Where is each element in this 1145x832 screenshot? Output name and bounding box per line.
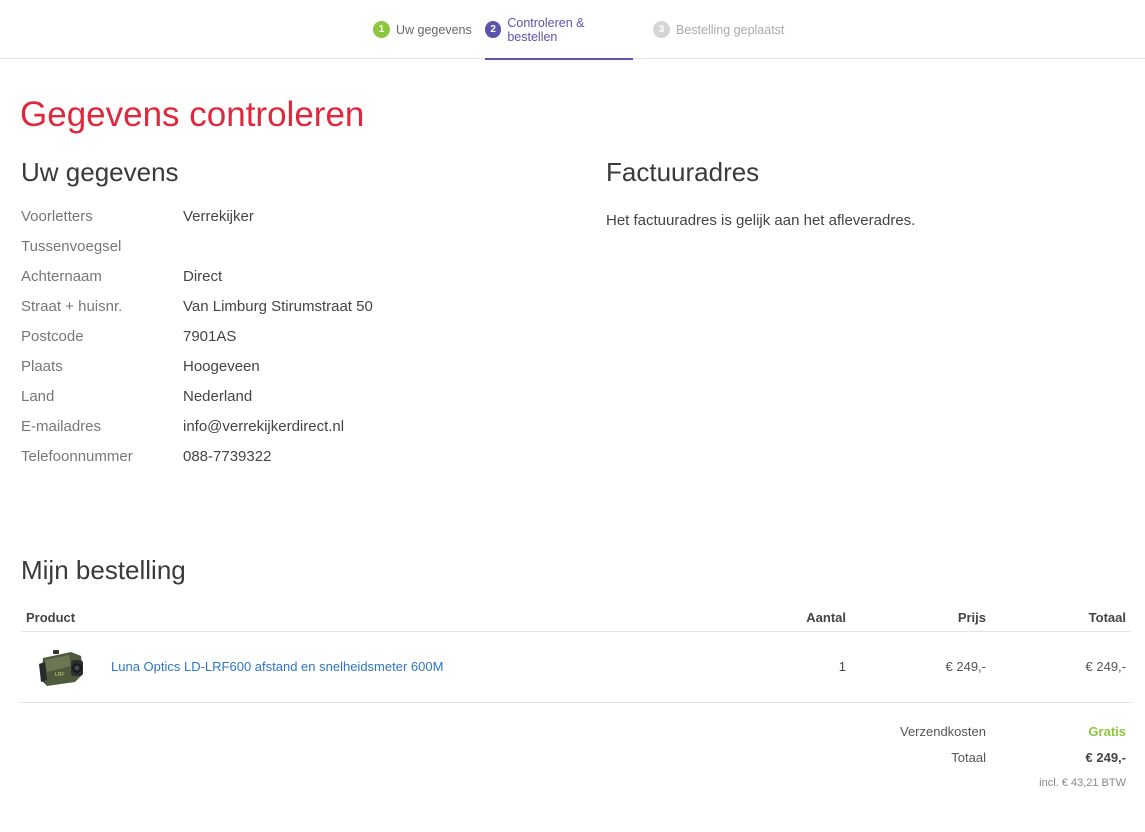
shipping-value: Gratis [1088, 724, 1126, 739]
summary-shipping-row: Verzendkosten Gratis [826, 722, 1126, 748]
total-value: € 249,- [1085, 750, 1126, 765]
checkout-stepper: 1 Uw gegevens 2 Controleren & bestellen … [0, 0, 1145, 60]
order-table-header: Product Aantal Prijs Totaal [21, 604, 1131, 632]
detail-label: Postcode [21, 328, 84, 345]
detail-value: Verrekijker [183, 208, 254, 225]
header-prijs: Prijs [957, 610, 986, 625]
detail-label: Telefoonnummer [21, 448, 133, 465]
detail-label: Plaats [21, 358, 63, 375]
total-label: Totaal [951, 750, 986, 765]
detail-value: Van Limburg Stirumstraat 50 [183, 298, 373, 315]
header-aantal: Aantal [806, 610, 846, 625]
step-label-1: Uw gegevens [396, 22, 472, 37]
detail-value: Hoogeveen [183, 358, 260, 375]
step-bestelling-geplaatst: 3 Bestelling geplaatst [653, 0, 784, 59]
step-number-1: 1 [373, 21, 390, 38]
step-label-3: Bestelling geplaatst [676, 22, 785, 37]
step-controleren-bestellen[interactable]: 2 Controleren & bestellen [485, 0, 633, 60]
detail-row-telefoon: Telefoonnummer 088-7739322 [21, 448, 581, 478]
detail-row-straat: Straat + huisnr. Van Limburg Stirumstraa… [21, 298, 581, 328]
step-label-2: Controleren & bestellen [507, 15, 585, 44]
detail-value: info@verrekijkerdirect.nl [183, 418, 345, 435]
detail-label: Tussenvoegsel [21, 238, 122, 255]
factuuradres-text: Het factuuradres is gelijk aan het aflev… [606, 212, 916, 229]
section-title-factuuradres: Factuuradres [606, 157, 760, 187]
step-number-2: 2 [485, 21, 502, 38]
header-product: Product [26, 610, 76, 625]
vat-note: incl. € 43,21 BTW [1039, 777, 1126, 789]
summary-total-row: Totaal € 249,- [826, 748, 1126, 774]
product-total: € 249,- [1085, 659, 1126, 674]
order-table: Product Aantal Prijs Totaal LRF Luna Opt… [21, 604, 1131, 703]
product-image[interactable]: LRF [35, 646, 91, 690]
product-name-link[interactable]: Luna Optics LD-LRF600 afstand en snelhei… [111, 659, 443, 674]
step-uw-gegevens[interactable]: 1 Uw gegevens [373, 0, 472, 59]
detail-label: Straat + huisnr. [21, 298, 123, 315]
order-summary: Verzendkosten Gratis Totaal € 249,- [826, 722, 1126, 774]
customer-details: Voorletters Verrekijker Tussenvoegsel Ac… [21, 208, 581, 478]
product-price: € 249,- [945, 659, 986, 674]
detail-value: Direct [183, 268, 223, 285]
table-row: LRF Luna Optics LD-LRF600 afstand en sne… [21, 632, 1131, 703]
detail-row-tussenvoegsel: Tussenvoegsel [21, 238, 581, 268]
detail-row-postcode: Postcode 7901AS [21, 328, 581, 358]
product-quantity: 1 [838, 659, 846, 674]
detail-value: Nederland [183, 388, 253, 405]
detail-label: Voorletters [21, 208, 93, 225]
detail-value: 088-7739322 [183, 448, 272, 465]
detail-label: Land [21, 388, 55, 405]
detail-label: E-mailadres [21, 418, 102, 435]
svg-text:LRF: LRF [55, 672, 64, 678]
detail-value: 7901AS [183, 328, 237, 345]
shipping-label: Verzendkosten [899, 724, 986, 739]
section-title-mijn-bestelling: Mijn bestelling [21, 555, 186, 585]
detail-row-voorletters: Voorletters Verrekijker [21, 208, 581, 238]
detail-row-email: E-mailadres info@verrekijkerdirect.nl [21, 418, 581, 448]
header-totaal: Totaal [1088, 610, 1126, 625]
detail-label: Achternaam [21, 268, 102, 285]
detail-row-achternaam: Achternaam Direct [21, 268, 581, 298]
section-title-uw-gegevens: Uw gegevens [21, 157, 179, 187]
step-number-3: 3 [653, 21, 670, 38]
detail-row-land: Land Nederland [21, 388, 581, 418]
detail-row-plaats: Plaats Hoogeveen [21, 358, 581, 388]
page-title: Gegevens controleren [20, 95, 365, 134]
